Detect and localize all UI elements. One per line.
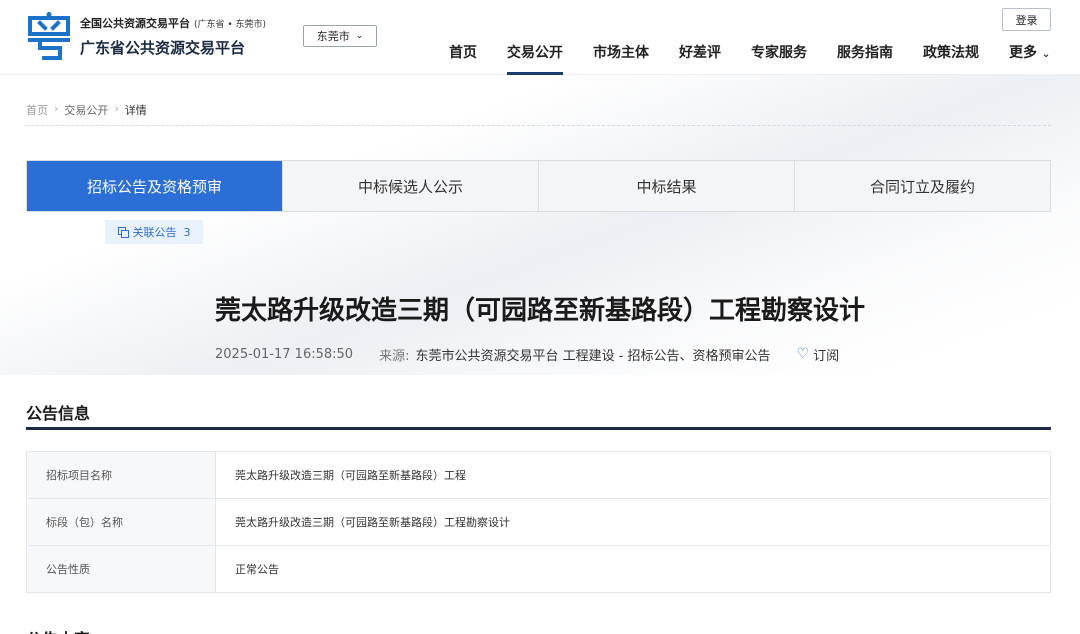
source-label: 来源: — [379, 348, 410, 364]
related-label: 关联公告 — [132, 226, 177, 239]
tab-contract[interactable]: 合同订立及履约 — [795, 161, 1050, 211]
section-title-notice-info: 公告信息 — [26, 404, 91, 423]
tab-award-result[interactable]: 中标结果 — [539, 161, 795, 211]
tab-tender-notice[interactable]: 招标公告及资格预审 — [27, 161, 283, 211]
copy-icon — [117, 226, 129, 238]
table-key: 招标项目名称 — [26, 451, 216, 499]
nav-market-entity[interactable]: 市场主体 — [593, 38, 649, 75]
table-key: 标段（包）名称 — [26, 498, 216, 546]
breadcrumb-separator: › — [114, 102, 119, 115]
source-text: 东莞市公共资源交易平台 工程建设 - 招标公告、资格预审公告 — [415, 348, 771, 364]
nav-home[interactable]: 首页 — [449, 38, 477, 75]
city-value: 东莞市 — [316, 30, 350, 43]
nav-trade-public[interactable]: 交易公开 — [507, 38, 563, 75]
heart-icon: ♡ — [796, 346, 810, 362]
table-key: 公告性质 — [26, 545, 216, 593]
subscribe-label: 订阅 — [813, 348, 840, 364]
nav-expert-service[interactable]: 专家服务 — [751, 38, 807, 75]
breadcrumb-current: 详情 — [124, 104, 147, 117]
nav-more[interactable]: 更多 ⌄ — [1009, 38, 1050, 75]
table-value: 正常公告 — [215, 545, 1051, 593]
site-title[interactable]: 广东省公共资源交易平台 — [80, 37, 245, 58]
table-row: 公告性质 正常公告 — [26, 545, 1051, 593]
table-row: 标段（包）名称 莞太路升级改造三期（可园路至新基路段）工程勘察设计 — [26, 498, 1051, 546]
breadcrumb-trade-public[interactable]: 交易公开 — [64, 102, 108, 118]
site-header: 全国公共资源交易平台 (广东省 • 东莞市) 广东省公共资源交易平台 东莞市 ⌄ … — [0, 0, 1080, 75]
article-meta: 2025-01-17 16:58:50 来源: 东莞市公共资源交易平台 工程建设… — [215, 345, 840, 364]
notice-info-table: 招标项目名称 莞太路升级改造三期（可园路至新基路段）工程 标段（包）名称 莞太路… — [26, 451, 1051, 593]
notice-tabs: 招标公告及资格预审 中标候选人公示 中标结果 合同订立及履约 — [26, 160, 1051, 212]
chevron-down-icon: ⌄ — [355, 31, 364, 41]
main-nav: 首页 交易公开 市场主体 好差评 专家服务 服务指南 政策法规 更多 ⌄ — [440, 38, 1050, 75]
breadcrumb-separator: › — [54, 102, 59, 115]
breadcrumb: 首页 › 交易公开 › 详情 — [26, 102, 1051, 126]
nav-more-label: 更多 — [1009, 45, 1037, 61]
site-subtitle: 全国公共资源交易平台 (广东省 • 东莞市) — [80, 15, 266, 31]
related-notices-button[interactable]: 关联公告 3 — [105, 220, 203, 244]
city-select[interactable]: 东莞市 ⌄ — [303, 25, 377, 47]
nav-review[interactable]: 好差评 — [679, 38, 721, 75]
publish-time: 2025-01-17 16:58:50 — [215, 346, 354, 362]
table-value: 莞太路升级改造三期（可园路至新基路段）工程勘察设计 — [215, 498, 1051, 546]
subscribe-button[interactable]: ♡ 订阅 — [797, 345, 840, 364]
nav-policy[interactable]: 政策法规 — [923, 38, 979, 75]
tab-candidate-publicity[interactable]: 中标候选人公示 — [283, 161, 539, 211]
page-title: 莞太路升级改造三期（可园路至新基路段）工程勘察设计 — [214, 296, 865, 326]
section-title-notice-content: 公告内容 — [26, 626, 90, 634]
chevron-down-icon: ⌄ — [1041, 49, 1051, 60]
login-button[interactable]: 登录 — [1002, 8, 1051, 31]
breadcrumb-home[interactable]: 首页 — [26, 102, 48, 118]
table-row: 招标项目名称 莞太路升级改造三期（可园路至新基路段）工程 — [26, 451, 1051, 499]
related-count: 3 — [183, 225, 191, 239]
site-sub-label: 全国公共资源交易平台 — [80, 17, 190, 30]
section-divider — [26, 427, 1051, 430]
region-label: (广东省 • 东莞市) — [194, 20, 267, 30]
nav-service-guide[interactable]: 服务指南 — [837, 38, 893, 75]
platform-logo-icon[interactable] — [26, 12, 72, 60]
table-value: 莞太路升级改造三期（可园路至新基路段）工程 — [215, 451, 1051, 499]
